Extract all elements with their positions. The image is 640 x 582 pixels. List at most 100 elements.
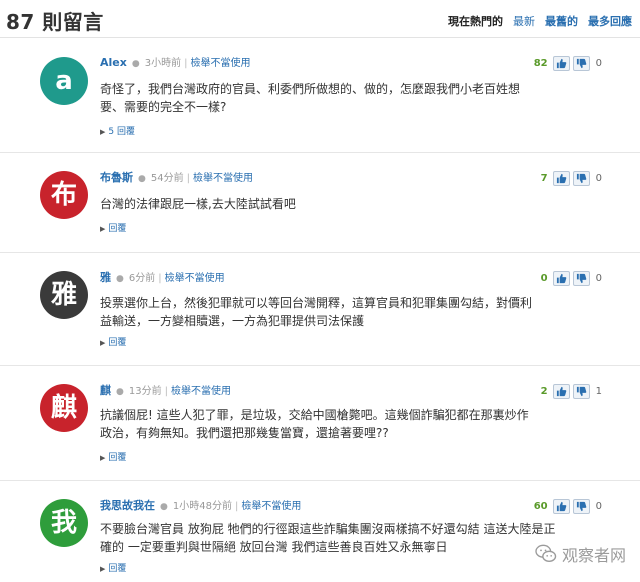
reply-label: 回覆	[108, 224, 127, 234]
avatar[interactable]: 布	[40, 171, 88, 219]
upvote-count: 60	[533, 501, 548, 512]
thumb-down-icon	[576, 173, 586, 184]
separator-bar: |	[158, 273, 162, 284]
author-link[interactable]: Alex	[100, 56, 127, 69]
downvote-button[interactable]	[572, 271, 590, 286]
comment-item: a Alex ● 3小時前 | 檢舉不當使用 奇怪了，我們台灣政府的官員、利委們所做想的…	[0, 38, 640, 153]
upvote-button[interactable]	[552, 384, 570, 399]
upvote-count: 0	[540, 273, 548, 284]
reply-label: 5 回覆	[108, 127, 135, 137]
reply-label: 回覆	[108, 564, 127, 574]
downvote-button[interactable]	[572, 499, 590, 514]
vote-controls: 7 0	[534, 171, 602, 186]
thumb-down-icon	[576, 273, 586, 284]
upvote-button[interactable]	[552, 499, 570, 514]
downvote-button[interactable]	[572, 171, 590, 186]
report-link[interactable]: 檢舉不當使用	[241, 501, 301, 512]
downvote-count: 0	[595, 173, 602, 184]
comment-text: 抗議個屁! 這些人犯了罪，是垃圾，交給中國槍斃吧。這幾個詐騙犯都在那裏炒作政治，…	[100, 408, 529, 440]
comment-time: 1小時48分前	[172, 501, 232, 512]
reply-label: 回覆	[108, 338, 127, 348]
reply-link[interactable]: ▶ 5 回覆	[100, 124, 135, 137]
downvote-count: 0	[595, 501, 602, 512]
report-link[interactable]: 檢舉不當使用	[190, 58, 250, 69]
comment-item: 布 布魯斯 ● 54分前 | 檢舉不當使用 台灣的法律跟屁一樣,去大陸試試看吧 ▶ 回覆 …	[0, 153, 640, 253]
comment-meta: 雅 ● 6分前 | 檢舉不當使用	[100, 269, 225, 285]
comment-text: 台灣的法律跟屁一樣,去大陸試試看吧	[100, 197, 296, 211]
report-link[interactable]: 檢舉不當使用	[193, 173, 253, 184]
comment-text: 不要臉台灣官員 放狗屁 牠們的行徑跟這些詐騙集團沒兩樣搞不好還勾結 這送大陸是正…	[100, 522, 556, 554]
thumb-up-icon	[556, 501, 566, 512]
separator-dot: ●	[116, 274, 124, 284]
separator-dot: ●	[116, 387, 124, 397]
thumb-down-icon	[576, 501, 586, 512]
downvote-count: 0	[595, 58, 602, 69]
triangle-right-icon: ▶	[100, 225, 106, 233]
tab-oldest[interactable]: 最舊的	[545, 13, 578, 29]
separator-bar: |	[184, 58, 188, 69]
author-link[interactable]: 我思故我在	[100, 499, 155, 512]
tab-newest[interactable]: 最新	[513, 13, 535, 29]
tab-most-replies[interactable]: 最多回應	[588, 13, 632, 29]
comment-count-title: 87 則留言	[6, 10, 104, 34]
watermark: 观察者网	[535, 542, 626, 566]
upvote-count: 2	[540, 386, 548, 397]
separator-dot: ●	[138, 174, 146, 184]
thumb-up-icon	[556, 173, 566, 184]
comment-meta: Alex ● 3小時前 | 檢舉不當使用	[100, 54, 250, 69]
comment-text: 奇怪了，我們台灣政府的官員、利委們所做想的、做的，怎麼跟我們小老百姓想要、需要的…	[100, 82, 521, 114]
separator-dot: ●	[160, 502, 168, 512]
reply-label: 回覆	[108, 453, 127, 463]
upvote-count: 7	[540, 173, 548, 184]
comment-item: 雅 雅 ● 6分前 | 檢舉不當使用 投票選你上台，然後犯罪就可以等回台灣開釋，這算官員…	[0, 253, 640, 366]
report-link[interactable]: 檢舉不當使用	[165, 273, 225, 284]
separator-bar: |	[164, 386, 168, 397]
author-link[interactable]: 布魯斯	[100, 171, 133, 184]
downvote-count: 0	[595, 273, 602, 284]
triangle-right-icon: ▶	[100, 339, 106, 347]
comment-time: 6分前	[128, 273, 156, 284]
upvote-count: 82	[533, 58, 548, 69]
reply-link[interactable]: ▶ 回覆	[100, 221, 126, 234]
author-link[interactable]: 雅	[100, 271, 111, 284]
watermark-text: 观察者网	[561, 546, 626, 565]
author-link[interactable]: 麒	[100, 384, 111, 397]
comment-text: 投票選你上台，然後犯罪就可以等回台灣開釋，這算官員和犯罪集團勾結，對價利益輸送，…	[100, 296, 533, 328]
comment-item: 麒 麒 ● 13分前 | 檢舉不當使用 抗議個屁! 這些人犯了罪，是垃圾，交給中國槍斃吧…	[0, 366, 640, 481]
vote-controls: 0 0	[534, 271, 602, 286]
comment-meta: 麒 ● 13分前 | 檢舉不當使用	[100, 382, 231, 398]
reply-link[interactable]: ▶ 回覆	[100, 335, 126, 348]
comment-meta: 我思故我在 ● 1小時48分前 | 檢舉不當使用	[100, 497, 301, 513]
avatar[interactable]: a	[40, 57, 88, 105]
thumb-down-icon	[576, 58, 586, 69]
thumb-up-icon	[556, 386, 566, 397]
tab-popular[interactable]: 現在熱門的	[448, 13, 503, 29]
comment-item: 我 我思故我在 ● 1小時48分前 | 檢舉不當使用 不要臉台灣官員 放狗屁 牠們的行徑…	[0, 481, 640, 582]
upvote-button[interactable]	[552, 56, 570, 71]
avatar[interactable]: 我	[40, 499, 88, 547]
comment-time: 54分前	[150, 173, 184, 184]
upvote-button[interactable]	[552, 271, 570, 286]
reply-link[interactable]: ▶ 回覆	[100, 561, 126, 574]
vote-controls: 2 1	[534, 384, 602, 399]
vote-controls: 60 0	[534, 499, 602, 514]
thumb-up-icon	[556, 273, 566, 284]
reply-link[interactable]: ▶ 回覆	[100, 450, 126, 463]
separator-dot: ●	[131, 59, 140, 69]
downvote-button[interactable]	[572, 384, 590, 399]
upvote-button[interactable]	[552, 171, 570, 186]
downvote-button[interactable]	[572, 56, 590, 71]
triangle-right-icon: ▶	[100, 565, 106, 573]
comment-meta: 布魯斯 ● 54分前 | 檢舉不當使用	[100, 169, 253, 185]
separator-bar: |	[234, 501, 239, 512]
triangle-right-icon: ▶	[100, 454, 106, 462]
report-link[interactable]: 檢舉不當使用	[171, 386, 231, 397]
separator-bar: |	[186, 173, 190, 184]
thumb-up-icon	[556, 58, 566, 69]
downvote-count: 1	[595, 386, 602, 397]
avatar[interactable]: 麒	[40, 384, 88, 432]
comments-header: 87 則留言 現在熱門的 最新 最舊的 最多回應	[0, 0, 640, 38]
avatar[interactable]: 雅	[40, 271, 88, 319]
thumb-down-icon	[576, 386, 586, 397]
comment-time: 3小時前	[144, 58, 182, 69]
